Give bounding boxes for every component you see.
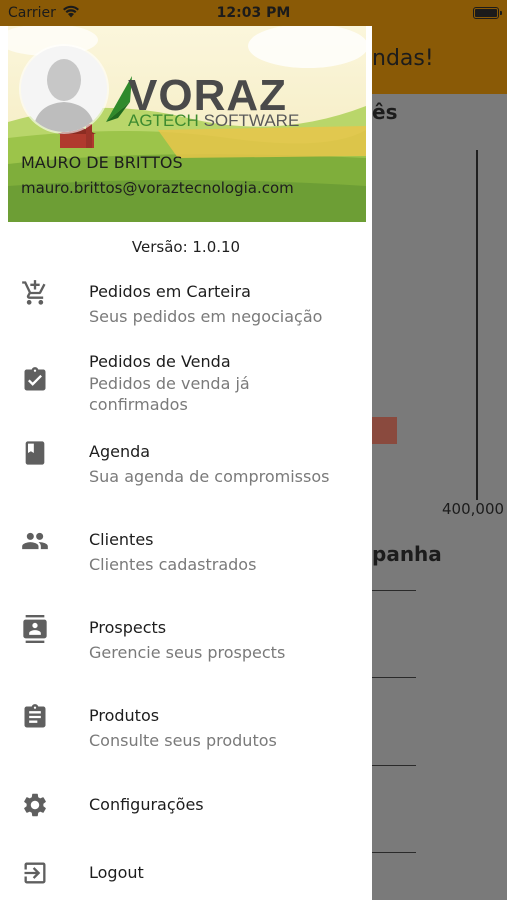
user-email: mauro.brittos@voraztecnologia.com [21,179,294,197]
background-axis-label: 400,000 [442,500,505,518]
menu-item-subtitle: Seus pedidos em negociação [89,307,323,326]
battery-fill [475,9,497,17]
background-section-title-2: panha [372,542,442,566]
menu-item-prospects[interactable]: Prospects Gerencie seus prospects [0,612,372,672]
menu-item-subtitle: Consulte seus produtos [89,731,277,750]
menu-item-subtitle: Sua agenda de compromissos [89,467,330,486]
cart-add-icon [20,278,50,308]
menu-item-logout[interactable]: Logout [0,854,372,894]
menu-item-title: Prospects [89,618,167,637]
background-chart-axis [476,150,478,500]
menu-item-subtitle: Pedidos de venda já confirmados [89,374,250,414]
status-bar: Carrier 12:03 PM [0,0,507,26]
background-app-title: ndas! [372,46,434,71]
logo-software: SOFTWARE [203,111,300,130]
menu-item-title: Logout [89,863,144,882]
menu-item-title: Pedidos em Carteira [89,282,251,301]
contact-card-icon [20,614,50,644]
menu-item-subtitle: Clientes cadastrados [89,555,257,574]
logout-icon [20,858,50,888]
logo-agtech: AGTECH [128,111,199,130]
menu-item-clientes[interactable]: Clientes Clientes cadastrados [0,524,372,584]
people-icon [20,526,50,556]
menu-item-title: Configurações [89,795,204,814]
clipboard-list-icon [20,702,50,732]
book-icon [20,438,50,468]
status-left: Carrier [8,5,80,22]
app-version: Versão: 1.0.10 [131,238,241,256]
background-divider [372,852,416,853]
drawer-header: VORAZ AGTECH SOFTWARE MAURO DE BRITTOS m… [8,26,366,222]
background-divider [372,590,416,591]
background-section-title: ês [372,100,398,124]
avatar[interactable] [21,46,107,132]
background-chart-bar [372,417,397,444]
menu-item-subtitle: Gerencie seus prospects [89,643,286,662]
navigation-drawer: VORAZ AGTECH SOFTWARE MAURO DE BRITTOS m… [0,0,372,900]
gear-icon [20,790,50,820]
menu-item-title: Clientes [89,530,154,549]
menu-item-agenda[interactable]: Agenda Sua agenda de compromissos [0,436,372,496]
menu-item-title: Pedidos de Venda [89,352,231,371]
menu-item-pedidos-de-venda[interactable]: Pedidos de Venda Pedidos de venda já con… [0,346,372,418]
voraz-logo-subtitle: AGTECH SOFTWARE [128,112,299,129]
wifi-icon [62,5,80,22]
battery-icon [473,7,502,19]
clipboard-check-icon [20,365,50,395]
menu-item-pedidos-em-carteira[interactable]: Pedidos em Carteira Seus pedidos em nego… [0,276,372,336]
background-divider [372,765,416,766]
user-name: MAURO DE BRITTOS [21,153,183,172]
user-avatar-icon [21,46,107,132]
background-divider [372,677,416,678]
menu-item-title: Produtos [89,706,160,725]
menu-item-configuracoes[interactable]: Configurações [0,786,372,826]
menu-item-produtos[interactable]: Produtos Consulte seus produtos [0,700,372,760]
carrier-label: Carrier [8,5,56,21]
menu-item-title: Agenda [89,442,151,461]
